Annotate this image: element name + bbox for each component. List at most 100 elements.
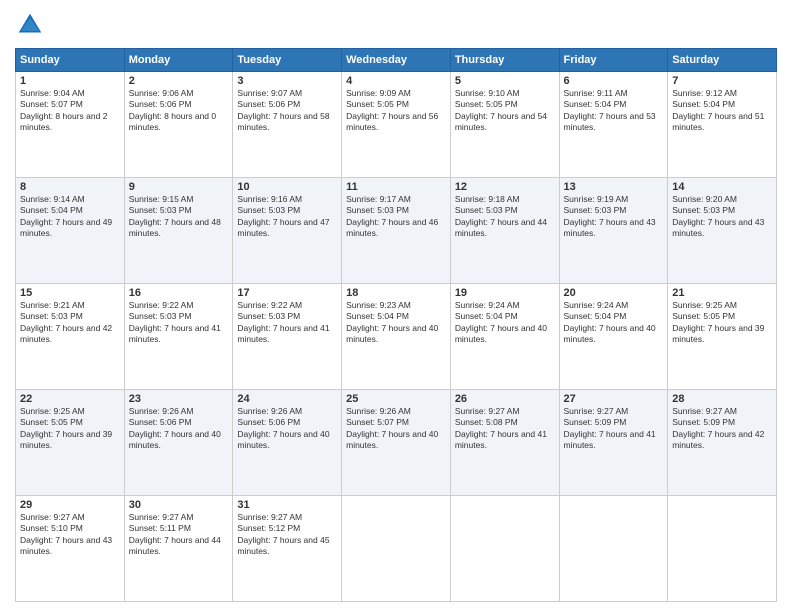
day-cell: 12Sunrise: 9:18 AMSunset: 5:03 PMDayligh… — [450, 178, 559, 284]
day-cell — [342, 496, 451, 602]
day-number: 23 — [129, 393, 229, 405]
day-cell: 18Sunrise: 9:23 AMSunset: 5:04 PMDayligh… — [342, 284, 451, 390]
header-cell-saturday: Saturday — [668, 49, 777, 72]
day-cell: 7Sunrise: 9:12 AMSunset: 5:04 PMDaylight… — [668, 72, 777, 178]
day-cell: 14Sunrise: 9:20 AMSunset: 5:03 PMDayligh… — [668, 178, 777, 284]
header-cell-sunday: Sunday — [16, 49, 125, 72]
logo-icon — [15, 10, 45, 40]
day-number: 20 — [564, 287, 664, 299]
calendar-body: 1Sunrise: 9:04 AMSunset: 5:07 PMDaylight… — [16, 72, 777, 602]
day-cell: 25Sunrise: 9:26 AMSunset: 5:07 PMDayligh… — [342, 390, 451, 496]
day-cell: 15Sunrise: 9:21 AMSunset: 5:03 PMDayligh… — [16, 284, 125, 390]
header-cell-tuesday: Tuesday — [233, 49, 342, 72]
day-number: 8 — [20, 181, 120, 193]
day-cell: 27Sunrise: 9:27 AMSunset: 5:09 PMDayligh… — [559, 390, 668, 496]
day-cell — [450, 496, 559, 602]
day-number: 17 — [237, 287, 337, 299]
day-detail: Sunrise: 9:27 AMSunset: 5:11 PMDaylight:… — [129, 512, 229, 558]
day-detail: Sunrise: 9:26 AMSunset: 5:07 PMDaylight:… — [346, 406, 446, 452]
day-detail: Sunrise: 9:24 AMSunset: 5:04 PMDaylight:… — [455, 300, 555, 346]
calendar-header: SundayMondayTuesdayWednesdayThursdayFrid… — [16, 49, 777, 72]
day-detail: Sunrise: 9:22 AMSunset: 5:03 PMDaylight:… — [237, 300, 337, 346]
day-cell: 26Sunrise: 9:27 AMSunset: 5:08 PMDayligh… — [450, 390, 559, 496]
day-detail: Sunrise: 9:20 AMSunset: 5:03 PMDaylight:… — [672, 194, 772, 240]
header-cell-thursday: Thursday — [450, 49, 559, 72]
calendar-table: SundayMondayTuesdayWednesdayThursdayFrid… — [15, 48, 777, 602]
day-cell: 22Sunrise: 9:25 AMSunset: 5:05 PMDayligh… — [16, 390, 125, 496]
day-cell: 21Sunrise: 9:25 AMSunset: 5:05 PMDayligh… — [668, 284, 777, 390]
day-number: 26 — [455, 393, 555, 405]
day-number: 31 — [237, 499, 337, 511]
day-number: 4 — [346, 75, 446, 87]
day-cell: 28Sunrise: 9:27 AMSunset: 5:09 PMDayligh… — [668, 390, 777, 496]
day-detail: Sunrise: 9:21 AMSunset: 5:03 PMDaylight:… — [20, 300, 120, 346]
day-number: 21 — [672, 287, 772, 299]
week-row-1: 1Sunrise: 9:04 AMSunset: 5:07 PMDaylight… — [16, 72, 777, 178]
day-cell: 13Sunrise: 9:19 AMSunset: 5:03 PMDayligh… — [559, 178, 668, 284]
day-detail: Sunrise: 9:14 AMSunset: 5:04 PMDaylight:… — [20, 194, 120, 240]
header-cell-friday: Friday — [559, 49, 668, 72]
day-detail: Sunrise: 9:25 AMSunset: 5:05 PMDaylight:… — [672, 300, 772, 346]
week-row-3: 15Sunrise: 9:21 AMSunset: 5:03 PMDayligh… — [16, 284, 777, 390]
day-number: 3 — [237, 75, 337, 87]
day-cell: 1Sunrise: 9:04 AMSunset: 5:07 PMDaylight… — [16, 72, 125, 178]
day-number: 18 — [346, 287, 446, 299]
day-cell: 16Sunrise: 9:22 AMSunset: 5:03 PMDayligh… — [124, 284, 233, 390]
day-number: 14 — [672, 181, 772, 193]
header-row: SundayMondayTuesdayWednesdayThursdayFrid… — [16, 49, 777, 72]
day-detail: Sunrise: 9:19 AMSunset: 5:03 PMDaylight:… — [564, 194, 664, 240]
day-number: 6 — [564, 75, 664, 87]
day-detail: Sunrise: 9:22 AMSunset: 5:03 PMDaylight:… — [129, 300, 229, 346]
logo — [15, 10, 49, 40]
day-number: 13 — [564, 181, 664, 193]
day-detail: Sunrise: 9:23 AMSunset: 5:04 PMDaylight:… — [346, 300, 446, 346]
day-cell: 9Sunrise: 9:15 AMSunset: 5:03 PMDaylight… — [124, 178, 233, 284]
day-cell: 29Sunrise: 9:27 AMSunset: 5:10 PMDayligh… — [16, 496, 125, 602]
day-cell: 20Sunrise: 9:24 AMSunset: 5:04 PMDayligh… — [559, 284, 668, 390]
day-detail: Sunrise: 9:26 AMSunset: 5:06 PMDaylight:… — [129, 406, 229, 452]
day-detail: Sunrise: 9:25 AMSunset: 5:05 PMDaylight:… — [20, 406, 120, 452]
day-number: 1 — [20, 75, 120, 87]
day-number: 29 — [20, 499, 120, 511]
page: SundayMondayTuesdayWednesdayThursdayFrid… — [0, 0, 792, 612]
day-detail: Sunrise: 9:09 AMSunset: 5:05 PMDaylight:… — [346, 88, 446, 134]
header-cell-wednesday: Wednesday — [342, 49, 451, 72]
day-cell: 31Sunrise: 9:27 AMSunset: 5:12 PMDayligh… — [233, 496, 342, 602]
day-cell: 11Sunrise: 9:17 AMSunset: 5:03 PMDayligh… — [342, 178, 451, 284]
day-detail: Sunrise: 9:18 AMSunset: 5:03 PMDaylight:… — [455, 194, 555, 240]
day-number: 12 — [455, 181, 555, 193]
day-number: 11 — [346, 181, 446, 193]
day-number: 27 — [564, 393, 664, 405]
day-detail: Sunrise: 9:06 AMSunset: 5:06 PMDaylight:… — [129, 88, 229, 134]
day-detail: Sunrise: 9:17 AMSunset: 5:03 PMDaylight:… — [346, 194, 446, 240]
day-number: 5 — [455, 75, 555, 87]
day-detail: Sunrise: 9:15 AMSunset: 5:03 PMDaylight:… — [129, 194, 229, 240]
day-cell: 8Sunrise: 9:14 AMSunset: 5:04 PMDaylight… — [16, 178, 125, 284]
day-detail: Sunrise: 9:16 AMSunset: 5:03 PMDaylight:… — [237, 194, 337, 240]
day-detail: Sunrise: 9:24 AMSunset: 5:04 PMDaylight:… — [564, 300, 664, 346]
header-cell-monday: Monday — [124, 49, 233, 72]
day-cell: 24Sunrise: 9:26 AMSunset: 5:06 PMDayligh… — [233, 390, 342, 496]
day-number: 9 — [129, 181, 229, 193]
day-detail: Sunrise: 9:27 AMSunset: 5:12 PMDaylight:… — [237, 512, 337, 558]
day-number: 16 — [129, 287, 229, 299]
day-detail: Sunrise: 9:27 AMSunset: 5:08 PMDaylight:… — [455, 406, 555, 452]
day-detail: Sunrise: 9:07 AMSunset: 5:06 PMDaylight:… — [237, 88, 337, 134]
week-row-4: 22Sunrise: 9:25 AMSunset: 5:05 PMDayligh… — [16, 390, 777, 496]
day-detail: Sunrise: 9:27 AMSunset: 5:10 PMDaylight:… — [20, 512, 120, 558]
week-row-2: 8Sunrise: 9:14 AMSunset: 5:04 PMDaylight… — [16, 178, 777, 284]
day-number: 24 — [237, 393, 337, 405]
day-cell — [668, 496, 777, 602]
day-cell: 30Sunrise: 9:27 AMSunset: 5:11 PMDayligh… — [124, 496, 233, 602]
day-cell: 2Sunrise: 9:06 AMSunset: 5:06 PMDaylight… — [124, 72, 233, 178]
day-cell: 23Sunrise: 9:26 AMSunset: 5:06 PMDayligh… — [124, 390, 233, 496]
day-detail: Sunrise: 9:27 AMSunset: 5:09 PMDaylight:… — [672, 406, 772, 452]
day-detail: Sunrise: 9:26 AMSunset: 5:06 PMDaylight:… — [237, 406, 337, 452]
day-cell: 3Sunrise: 9:07 AMSunset: 5:06 PMDaylight… — [233, 72, 342, 178]
week-row-5: 29Sunrise: 9:27 AMSunset: 5:10 PMDayligh… — [16, 496, 777, 602]
day-number: 28 — [672, 393, 772, 405]
day-cell: 10Sunrise: 9:16 AMSunset: 5:03 PMDayligh… — [233, 178, 342, 284]
header — [15, 10, 777, 40]
day-number: 10 — [237, 181, 337, 193]
day-cell: 4Sunrise: 9:09 AMSunset: 5:05 PMDaylight… — [342, 72, 451, 178]
